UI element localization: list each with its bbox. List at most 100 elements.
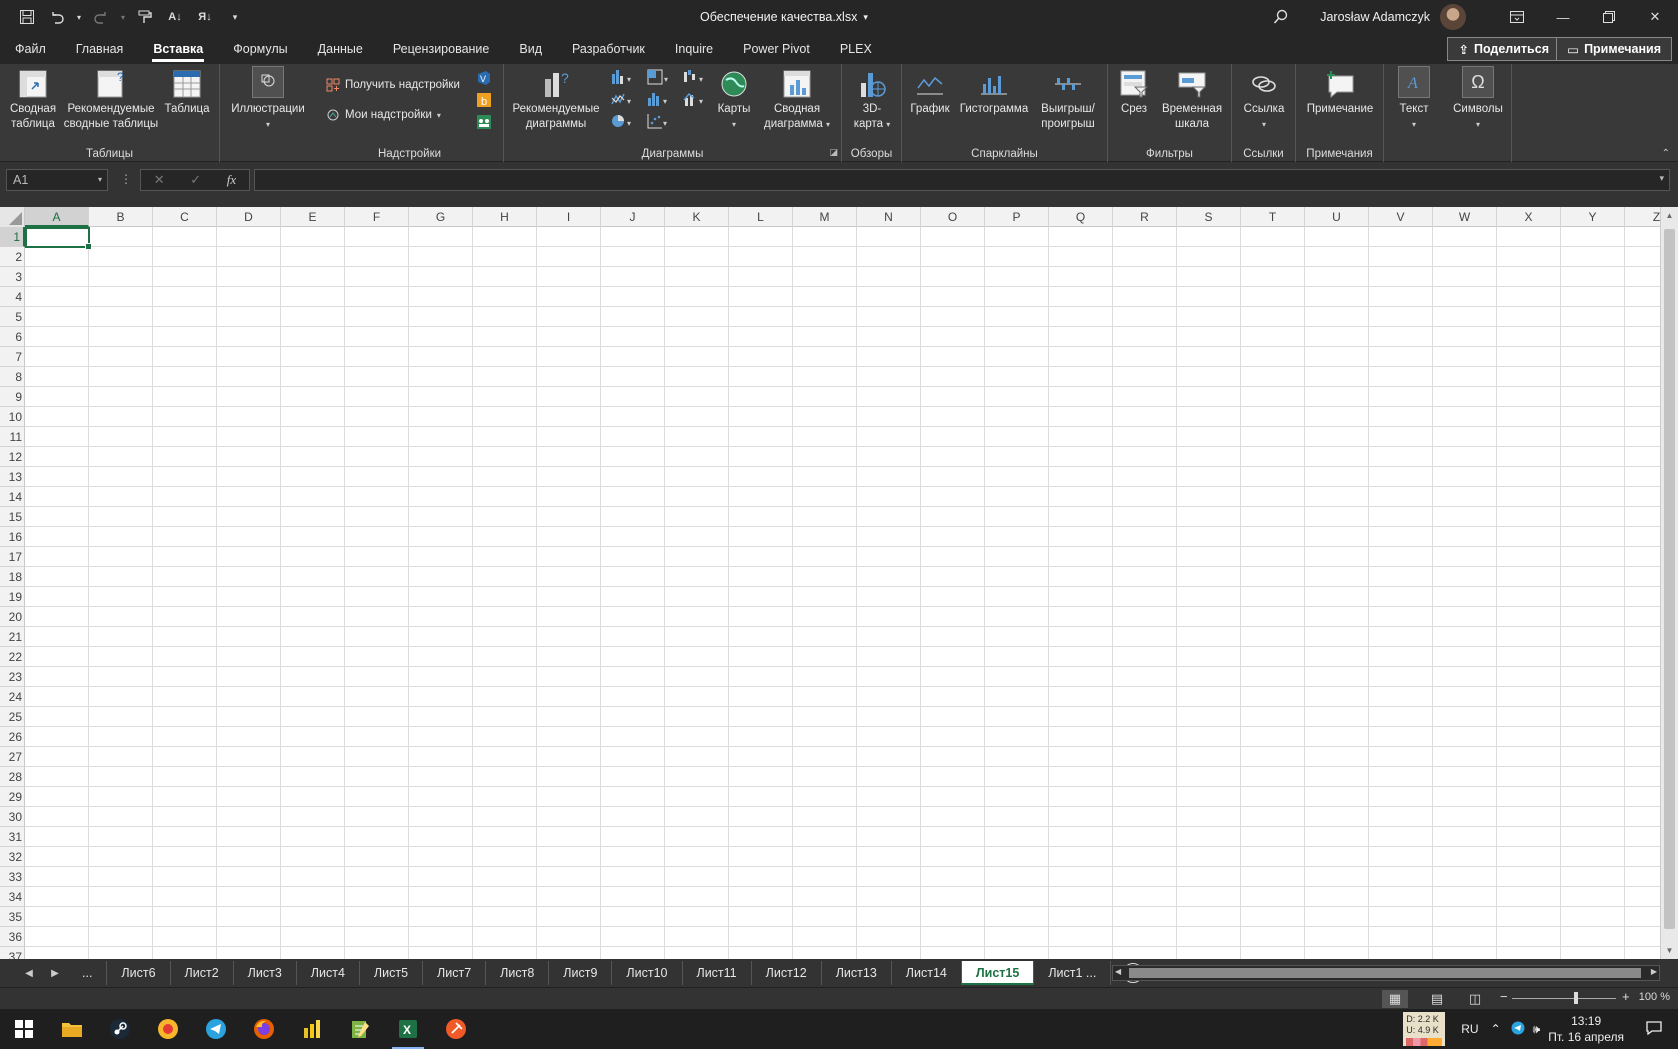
- column-header[interactable]: N: [857, 207, 921, 227]
- prev-sheet-icon[interactable]: ◀: [16, 968, 42, 979]
- waterfall-chart-icon[interactable]: ▾: [682, 68, 708, 86]
- row-header[interactable]: 10: [0, 407, 25, 427]
- ribbon-display-options-icon[interactable]: [1494, 0, 1540, 34]
- start-button[interactable]: [0, 1009, 48, 1049]
- column-header[interactable]: Q: [1049, 207, 1113, 227]
- column-header[interactable]: A: [25, 207, 89, 227]
- sheet-tab[interactable]: ...: [68, 961, 108, 985]
- column-header[interactable]: X: [1497, 207, 1561, 227]
- row-header[interactable]: 19: [0, 587, 25, 607]
- row-header[interactable]: 13: [0, 467, 25, 487]
- tab-formulas[interactable]: Формулы: [218, 34, 302, 64]
- zoom-slider[interactable]: [1512, 992, 1616, 1004]
- sparkline-winloss-button[interactable]: Выигрыш/ проигрыш: [1034, 68, 1102, 132]
- row-header[interactable]: 1: [0, 227, 25, 247]
- row-header[interactable]: 18: [0, 567, 25, 587]
- row-header[interactable]: 8: [0, 367, 25, 387]
- row-header[interactable]: 5: [0, 307, 25, 327]
- pie-chart-icon[interactable]: ▾: [610, 112, 636, 130]
- row-header[interactable]: 25: [0, 707, 25, 727]
- column-header[interactable]: E: [281, 207, 345, 227]
- language-indicator[interactable]: RU: [1461, 1022, 1478, 1036]
- row-header[interactable]: 35: [0, 907, 25, 927]
- 3d-map-button[interactable]: 3D- карта ▾: [848, 68, 896, 132]
- firefox-icon[interactable]: [240, 1009, 288, 1049]
- show-hidden-icons-icon[interactable]: ⌃: [1491, 1022, 1501, 1036]
- column-header[interactable]: T: [1241, 207, 1305, 227]
- sheet-tab[interactable]: Лист6: [107, 961, 171, 985]
- customize-quick-access-icon[interactable]: ▾: [222, 4, 248, 30]
- column-header[interactable]: K: [665, 207, 729, 227]
- tab-developer[interactable]: Разработчик: [557, 34, 660, 64]
- column-header[interactable]: F: [345, 207, 409, 227]
- column-header[interactable]: G: [409, 207, 473, 227]
- redo-icon[interactable]: [88, 4, 114, 30]
- sheet-tab[interactable]: Лист15: [961, 961, 1035, 985]
- undo-icon[interactable]: [44, 4, 70, 30]
- sheet-tab[interactable]: Лист4: [297, 961, 360, 985]
- new-comment-button[interactable]: Примечание: [1300, 68, 1380, 117]
- row-header[interactable]: 32: [0, 847, 25, 867]
- sheet-tab[interactable]: Лист5: [360, 961, 424, 985]
- formula-input[interactable]: ▾: [254, 169, 1670, 191]
- page-layout-view-icon[interactable]: ▤: [1424, 990, 1450, 1008]
- collapse-ribbon-icon[interactable]: ⌃: [1662, 148, 1670, 159]
- maps-button[interactable]: Карты ▾: [712, 68, 756, 132]
- zoom-in-icon[interactable]: +: [1622, 989, 1630, 1004]
- notifications-icon[interactable]: [1646, 1020, 1662, 1038]
- row-header[interactable]: 36: [0, 927, 25, 947]
- user-name[interactable]: Jarosław Adamczyk: [1320, 10, 1430, 24]
- column-header[interactable]: H: [473, 207, 537, 227]
- sparkline-column-button[interactable]: Гистограмма: [956, 68, 1032, 117]
- telegram-icon[interactable]: [192, 1009, 240, 1049]
- sheet-tab[interactable]: Лист12: [752, 961, 822, 985]
- dialog-launcher-icon[interactable]: ◪: [829, 147, 838, 158]
- row-header[interactable]: 22: [0, 647, 25, 667]
- sort-desc-icon[interactable]: Я↓: [192, 4, 218, 30]
- line-chart-icon[interactable]: ▾: [610, 90, 636, 108]
- table-button[interactable]: Таблица: [162, 68, 212, 117]
- format-painter-icon[interactable]: [132, 4, 158, 30]
- cell-area[interactable]: [25, 227, 1660, 959]
- row-header[interactable]: 26: [0, 727, 25, 747]
- row-header[interactable]: 20: [0, 607, 25, 627]
- column-header[interactable]: I: [537, 207, 601, 227]
- row-header[interactable]: 17: [0, 547, 25, 567]
- column-header[interactable]: R: [1113, 207, 1177, 227]
- document-title[interactable]: Обеспечение качества.xlsx ▾: [700, 0, 868, 34]
- column-header[interactable]: M: [793, 207, 857, 227]
- row-header[interactable]: 23: [0, 667, 25, 687]
- my-addins-button[interactable]: Мои надстройки ▾: [326, 108, 441, 122]
- hierarchy-chart-icon[interactable]: ▾: [646, 68, 672, 86]
- tab-review[interactable]: Рецензирование: [378, 34, 505, 64]
- redo-dropdown-icon[interactable]: ▾: [118, 4, 128, 30]
- column-header[interactable]: Y: [1561, 207, 1625, 227]
- slicer-button[interactable]: Срез: [1114, 68, 1154, 117]
- telegram-tray-icon[interactable]: [1511, 1021, 1525, 1038]
- combo-chart-icon[interactable]: ▾: [682, 90, 708, 108]
- restore-icon[interactable]: [1586, 0, 1632, 34]
- statistic-chart-icon[interactable]: ▾: [646, 90, 672, 108]
- recommended-pivot-button[interactable]: ? Рекомендуемые сводные таблицы: [62, 68, 160, 132]
- column-header[interactable]: D: [217, 207, 281, 227]
- zoom-level[interactable]: 100 %: [1639, 991, 1670, 1003]
- horizontal-scrollbar[interactable]: ◀ ▶: [1112, 965, 1660, 981]
- search-icon[interactable]: [1268, 4, 1294, 30]
- zoom-out-icon[interactable]: −: [1500, 989, 1508, 1004]
- visio-icon[interactable]: V: [476, 70, 494, 88]
- row-header[interactable]: 3: [0, 267, 25, 287]
- sheet-tab[interactable]: Лист11: [683, 961, 752, 985]
- row-header[interactable]: 11: [0, 427, 25, 447]
- clock[interactable]: 13:19 Пт. 16 апреля: [1548, 1013, 1624, 1045]
- column-header[interactable]: O: [921, 207, 985, 227]
- close-icon[interactable]: ✕: [1632, 0, 1678, 34]
- pivot-chart-button[interactable]: Сводная диаграмма ▾: [756, 68, 838, 132]
- file-explorer-icon[interactable]: [48, 1009, 96, 1049]
- tab-power-pivot[interactable]: Power Pivot: [728, 34, 825, 64]
- worksheet-grid[interactable]: ABCDEFGHIJKLMNOPQRSTUVWXYZ 1 2 3 4 5 6 7 8 9 10 11…: [0, 207, 1678, 959]
- name-box[interactable]: A1 ▾: [6, 169, 108, 191]
- column-header[interactable]: W: [1433, 207, 1497, 227]
- normal-view-icon[interactable]: ▦: [1382, 990, 1408, 1008]
- sheet-tab[interactable]: Лист10: [612, 961, 683, 985]
- row-header[interactable]: 16: [0, 527, 25, 547]
